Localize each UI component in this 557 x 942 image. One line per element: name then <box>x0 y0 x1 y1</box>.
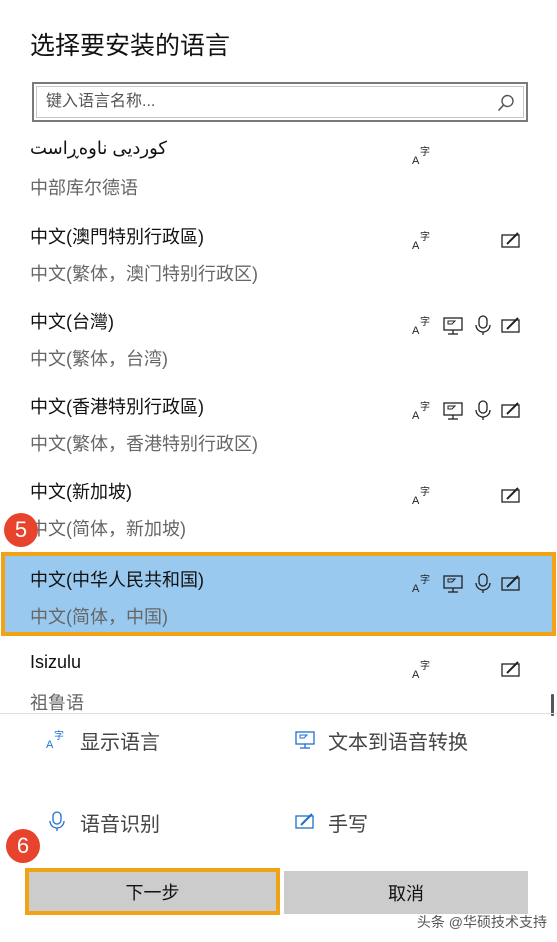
language-item[interactable]: 中文(香港特別行政區) 中文(繁体，香港特别行政区) A字 <box>0 393 557 478</box>
divider <box>0 713 557 714</box>
svg-text:A: A <box>46 739 54 750</box>
svg-text:字: 字 <box>54 729 64 742</box>
legend-label: 文本到语音转换 <box>328 732 468 754</box>
handwriting-icon <box>501 575 520 591</box>
language-name: Isizulu <box>30 652 82 672</box>
language-name: 中文(香港特別行政區) <box>30 397 204 417</box>
watermark: 头条 @华硕技术支持 <box>416 914 547 930</box>
display-language-icon: A字 <box>412 400 430 421</box>
svg-text:字: 字 <box>420 315 430 328</box>
svg-text:A: A <box>412 325 420 336</box>
language-item[interactable]: 中文(台灣) 中文(繁体，台湾) A字 <box>0 308 557 393</box>
language-native-name: 祖鲁语 <box>30 693 84 712</box>
search-box[interactable] <box>32 82 528 122</box>
display-language-icon: A字 <box>412 659 430 680</box>
svg-text:A: A <box>412 669 420 680</box>
text-to-speech-icon <box>295 731 315 749</box>
svg-text:A: A <box>412 583 420 594</box>
language-native-name: 中文(简体，新加坡) <box>30 519 186 539</box>
language-item[interactable]: کوردیی ناوەڕاست 中部库尔德语 A字 <box>0 140 557 223</box>
step-badge-6: 6 <box>6 829 40 863</box>
text-to-speech-icon <box>443 402 463 420</box>
language-native-name: 中文(繁体，澳门特别行政区) <box>30 264 258 284</box>
display-language-icon: A字 <box>412 485 430 506</box>
svg-text:字: 字 <box>420 230 430 243</box>
handwriting-icon <box>501 317 520 333</box>
handwriting-icon <box>501 402 520 418</box>
display-language-icon: A字 <box>412 145 430 166</box>
language-item-selected[interactable]: 中文(中华人民共和国) 中文(简体，中国) A字 <box>1 552 556 636</box>
svg-text:字: 字 <box>420 573 430 586</box>
step-badge-5: 5 <box>4 513 38 547</box>
display-language-icon: A字 <box>412 315 430 336</box>
svg-text:字: 字 <box>420 400 430 413</box>
display-language-icon: A字 <box>46 729 64 750</box>
language-native-name: 中文(简体，中国) <box>30 607 168 627</box>
display-language-icon: A字 <box>412 230 430 251</box>
language-native-name: 中部库尔德语 <box>30 178 138 198</box>
legend-label: 显示语言 <box>80 732 160 754</box>
handwriting-icon <box>501 661 520 677</box>
svg-text:A: A <box>412 410 420 421</box>
language-name: 中文(台灣) <box>30 312 114 332</box>
speech-recognition-icon <box>49 811 65 831</box>
search-input[interactable] <box>46 90 486 114</box>
language-name: 中文(中华人民共和国) <box>30 570 204 590</box>
next-button[interactable]: 下一步 <box>25 868 280 915</box>
page-title: 选择要安装的语言 <box>30 32 231 60</box>
svg-text:字: 字 <box>420 145 430 158</box>
legend-label: 语音识别 <box>80 814 160 836</box>
language-name: 中文(澳門特別行政區) <box>30 227 204 247</box>
display-language-icon: A字 <box>412 573 430 594</box>
language-name: 中文(新加坡) <box>30 482 132 502</box>
handwriting-icon <box>295 813 314 829</box>
handwriting-icon <box>501 487 520 503</box>
svg-text:A: A <box>412 240 420 251</box>
text-to-speech-icon <box>443 317 463 335</box>
search-icon[interactable] <box>496 93 516 113</box>
speech-recognition-icon <box>475 573 491 593</box>
language-native-name: 中文(繁体，香港特别行政区) <box>30 434 258 454</box>
language-item[interactable]: 中文(新加坡) 中文(简体，新加坡) A字 <box>0 478 557 563</box>
speech-recognition-icon <box>475 315 491 335</box>
svg-text:A: A <box>412 155 420 166</box>
svg-text:字: 字 <box>420 485 430 498</box>
svg-text:字: 字 <box>420 659 430 672</box>
legend-label: 手写 <box>328 814 368 836</box>
language-native-name: 中文(繁体，台湾) <box>30 349 168 369</box>
cancel-button[interactable]: 取消 <box>284 871 528 914</box>
handwriting-icon <box>501 232 520 248</box>
language-item[interactable]: Isizulu 祖鲁语 A字 <box>0 652 557 712</box>
language-list[interactable]: کوردیی ناوەڕاست 中部库尔德语 A字 中文(澳門特別行政區) 中文… <box>0 140 557 712</box>
text-to-speech-icon <box>443 575 463 593</box>
language-item[interactable]: 中文(澳門特別行政區) 中文(繁体，澳门特别行政区) A字 <box>0 223 557 308</box>
svg-text:A: A <box>412 495 420 506</box>
language-name: کوردیی ناوەڕاست <box>30 140 167 158</box>
speech-recognition-icon <box>475 400 491 420</box>
